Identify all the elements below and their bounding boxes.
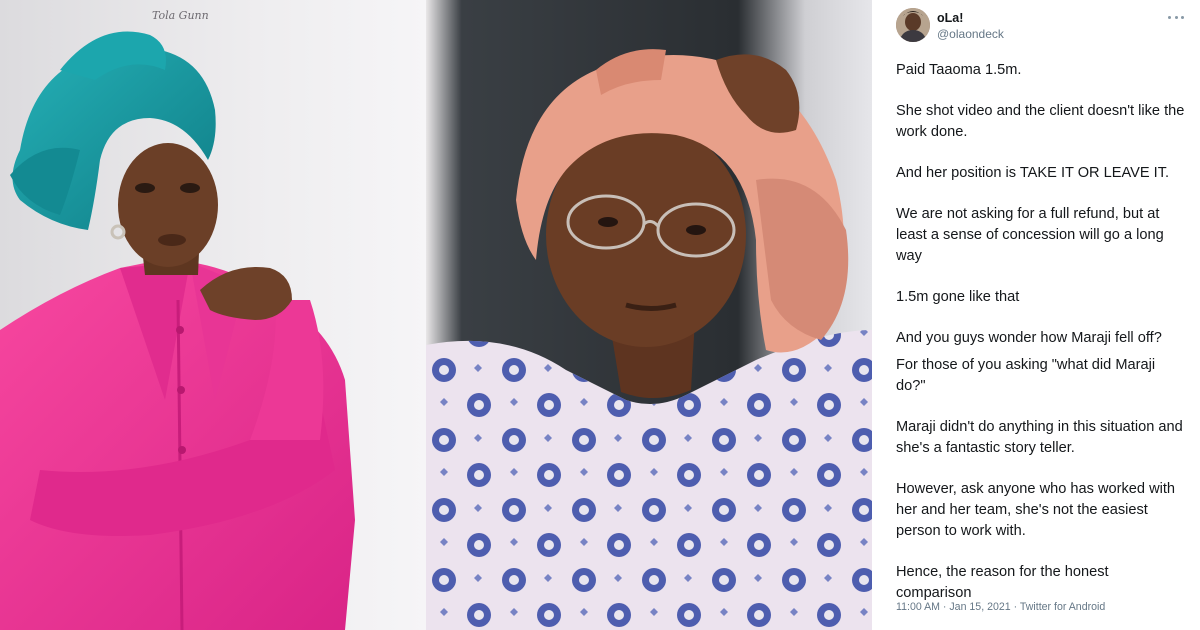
left-photo: Tola Gunn: [0, 0, 426, 630]
tweet-paragraph: She shot video and the client doesn't li…: [896, 103, 1185, 140]
woman-in-headscarf-image: [426, 0, 872, 630]
tweet-paragraph: However, ask anyone who has worked with …: [896, 481, 1176, 539]
tweet-paragraph: Paid Taaoma 1.5m.: [896, 62, 1022, 78]
tweet-paragraph: We are not asking for a full refund, but…: [896, 206, 1164, 264]
tweet-paragraph: For those of you asking "what did Maraji…: [896, 357, 1156, 394]
woman-in-pink-suit-image: [0, 0, 426, 630]
user-handle[interactable]: @olaondeck: [937, 27, 1004, 41]
tweet-header: oLa! @olaondeck: [896, 8, 1186, 50]
avatar[interactable]: [896, 8, 930, 42]
tweet-paragraph: Maraji didn't do anything in this situat…: [896, 419, 1183, 456]
tweet-paragraph: And her position is TAKE IT OR LEAVE IT.: [896, 165, 1170, 181]
display-name[interactable]: oLa!: [937, 11, 963, 25]
middle-photo: [426, 0, 872, 630]
tweet-timestamp-source[interactable]: 11:00 AM · Jan 15, 2021 · Twitter for An…: [896, 601, 1105, 613]
photographer-signature: Tola Gunn: [152, 9, 209, 22]
tweet-text: Paid Taaoma 1.5m. She shot video and the…: [896, 60, 1186, 604]
tweet-paragraph: 1.5m gone like that: [896, 289, 1020, 305]
avatar-photo-icon: [896, 8, 930, 42]
tweet-card: oLa! @olaondeck Paid Taaoma 1.5m. She sh…: [872, 0, 1200, 630]
tweet-paragraph: And you guys wonder how Maraji fell off?: [896, 330, 1162, 346]
tweet-paragraph: Hence, the reason for the honest compari…: [896, 564, 1109, 601]
ellipsis-icon[interactable]: [1168, 12, 1184, 22]
